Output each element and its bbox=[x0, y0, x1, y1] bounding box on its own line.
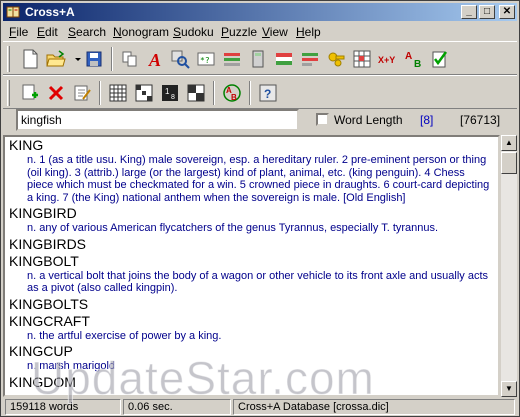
menu-edit[interactable]: Edit bbox=[37, 25, 58, 39]
entry-word[interactable]: KINGBOLT bbox=[5, 253, 498, 270]
minimize-button[interactable]: _ bbox=[461, 5, 477, 19]
nonogram-icon[interactable] bbox=[185, 82, 207, 104]
svg-text:B: B bbox=[414, 59, 421, 70]
menu-nonogram[interactable]: Nonogram bbox=[113, 25, 169, 39]
toolbar-grip[interactable] bbox=[7, 80, 10, 106]
edit-icon[interactable] bbox=[71, 82, 93, 104]
entry-definition: n. marsh marigold bbox=[27, 360, 116, 372]
menu-file[interactable]: File bbox=[9, 25, 28, 39]
scroll-thumb[interactable] bbox=[501, 152, 517, 174]
entry-definition: n. a vertical bolt that joins the body o… bbox=[27, 269, 489, 295]
help-icon[interactable]: ? bbox=[257, 82, 279, 104]
svg-text:A: A bbox=[148, 50, 161, 70]
entry-word[interactable]: KINGDOM bbox=[5, 374, 498, 391]
sudoku-icon[interactable] bbox=[133, 82, 155, 104]
dictionary-list[interactable]: KING n. 1 (as a title usu. King) male sov… bbox=[3, 135, 500, 397]
x-plus-y-icon[interactable]: X+Y bbox=[377, 48, 399, 70]
match-count: [76713] bbox=[460, 113, 501, 127]
toolbar-grip[interactable] bbox=[7, 46, 10, 72]
entry-definition: n. the artful exercise of power by a kin… bbox=[27, 329, 222, 342]
svg-text:8: 8 bbox=[171, 94, 175, 101]
menu-search[interactable]: Search bbox=[68, 25, 106, 39]
svg-text:1: 1 bbox=[165, 87, 170, 96]
maximize-button[interactable]: □ bbox=[479, 5, 495, 19]
crossword-grid-icon[interactable] bbox=[107, 82, 129, 104]
anagram-icon[interactable]: AB bbox=[221, 82, 243, 104]
open-folder-icon[interactable] bbox=[45, 48, 67, 70]
copy-icon[interactable] bbox=[119, 48, 141, 70]
entry-word[interactable]: KINGBOLTS bbox=[5, 296, 498, 313]
app-book-icon bbox=[6, 6, 20, 18]
main-toolbar: A *? X+Y AB bbox=[3, 41, 517, 75]
flag-icon[interactable] bbox=[273, 48, 295, 70]
menu-bar: File Edit Search Nonogram Sudoku Puzzle View He… bbox=[3, 23, 517, 41]
calculator-icon[interactable] bbox=[247, 48, 269, 70]
status-word-count: 159118 words bbox=[5, 399, 121, 415]
delete-icon[interactable] bbox=[45, 82, 67, 104]
check-list-icon[interactable] bbox=[429, 48, 451, 70]
entry-word[interactable]: KING bbox=[5, 137, 498, 154]
word-list-icon[interactable] bbox=[221, 48, 243, 70]
toolbar-separator bbox=[249, 81, 251, 105]
vertical-scrollbar[interactable]: ▲ ▼ bbox=[501, 135, 517, 397]
grid-icon[interactable] bbox=[351, 48, 373, 70]
entry-word[interactable]: KINGCUP bbox=[5, 343, 498, 360]
title-bar[interactable]: Cross+A _ □ ✕ bbox=[3, 3, 517, 21]
ab-translate-icon[interactable]: AB bbox=[403, 48, 425, 70]
status-time: 0.06 sec. bbox=[123, 399, 231, 415]
window-title: Cross+A bbox=[25, 5, 75, 19]
app-window: Cross+A _ □ ✕ File Edit Search Nonogram Sudo… bbox=[0, 0, 520, 417]
entry-word[interactable]: KINGBIRD bbox=[5, 205, 498, 222]
word-length-value: [8] bbox=[420, 113, 434, 127]
svg-text:A: A bbox=[405, 51, 412, 62]
toolbar-separator bbox=[213, 81, 215, 105]
svg-text:B: B bbox=[231, 93, 237, 102]
font-a-icon[interactable]: A bbox=[145, 48, 167, 70]
menu-puzzle[interactable]: Puzzle bbox=[221, 25, 257, 39]
toolbar-separator bbox=[111, 47, 113, 71]
keys-icon[interactable] bbox=[325, 48, 347, 70]
entry-word[interactable]: KINGCRAFT bbox=[5, 313, 498, 330]
svg-text:?: ? bbox=[264, 87, 271, 101]
entry-definition: n. any of various American flycatchers o… bbox=[27, 222, 439, 234]
regex-icon[interactable]: *? bbox=[195, 48, 217, 70]
new-file-icon[interactable] bbox=[19, 48, 41, 70]
secondary-toolbar: 18 AB ? bbox=[3, 75, 517, 109]
menu-help[interactable]: Help bbox=[296, 25, 321, 39]
entry-definition: n. 1 (as a title usu. King) male soverei… bbox=[27, 154, 490, 204]
word-length-checkbox[interactable] bbox=[316, 113, 329, 126]
scroll-down-icon[interactable]: ▼ bbox=[501, 381, 517, 397]
search-bar: Word Length [8] [76713] bbox=[3, 107, 517, 133]
status-bar: 159118 words 0.06 sec. Cross+A Database … bbox=[3, 398, 517, 416]
save-icon[interactable] bbox=[83, 48, 105, 70]
search-input[interactable] bbox=[16, 109, 299, 131]
number-grid-icon[interactable]: 18 bbox=[159, 82, 181, 104]
puzzle-search-icon[interactable] bbox=[169, 48, 191, 70]
menu-sudoku[interactable]: Sudoku bbox=[173, 25, 214, 39]
close-button[interactable]: ✕ bbox=[499, 5, 515, 19]
add-icon[interactable] bbox=[19, 82, 41, 104]
status-database: Cross+A Database [crossa.dic] bbox=[233, 399, 515, 415]
svg-text:X+Y: X+Y bbox=[378, 55, 395, 65]
lines-icon[interactable] bbox=[299, 48, 321, 70]
word-length-label[interactable]: Word Length bbox=[334, 113, 403, 127]
menu-view[interactable]: View bbox=[262, 25, 288, 39]
entry-word[interactable]: KINGBIRDS bbox=[5, 236, 498, 253]
svg-text:*?: *? bbox=[200, 56, 210, 65]
toolbar-separator bbox=[99, 81, 101, 105]
scroll-up-icon[interactable]: ▲ bbox=[501, 135, 517, 151]
open-dropdown-icon[interactable] bbox=[67, 48, 81, 70]
